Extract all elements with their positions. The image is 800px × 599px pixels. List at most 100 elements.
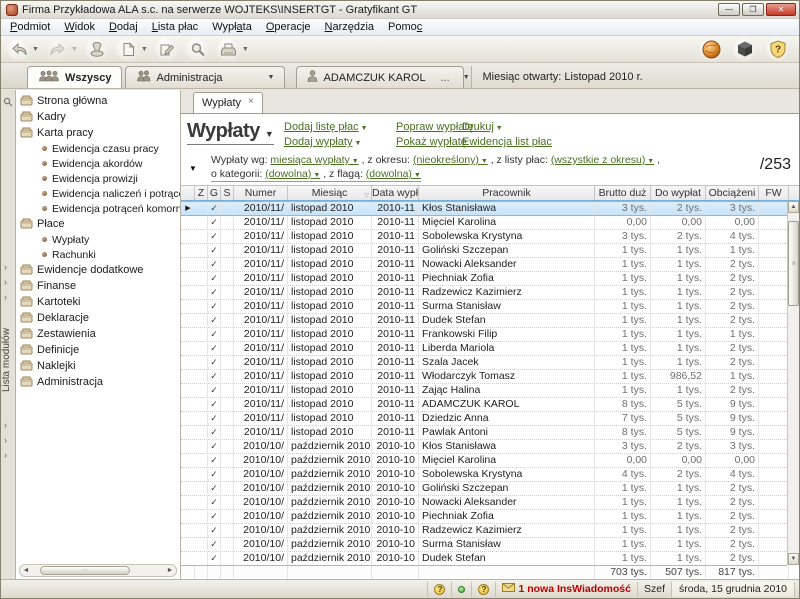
status-connection[interactable] xyxy=(451,582,471,597)
tab-administracja[interactable]: Administracja ▼ xyxy=(125,66,285,88)
table-row[interactable]: ✓2010/11/listopad 20102010-11Dziedzic An… xyxy=(181,412,787,426)
action-link-dodaj-wypłaty[interactable]: Dodaj wypłaty ▼ xyxy=(284,136,368,148)
table-row[interactable]: ✓2010/10/październik 20102010-10Dudek St… xyxy=(181,552,787,565)
column-header-g[interactable]: G xyxy=(208,186,221,200)
sidebar-item-administracja[interactable]: Administracja xyxy=(16,374,180,390)
scroll-up-icon[interactable]: ▲ xyxy=(788,201,799,213)
column-header-z[interactable]: Z xyxy=(195,186,208,200)
chevron-right-icon[interactable]: › xyxy=(4,292,7,302)
sidebar-item-ewidencje-dodatkowe[interactable]: Ewidencje dodatkowe xyxy=(16,262,180,278)
menu-wypłata[interactable]: Wypłata xyxy=(205,20,259,34)
chevron-right-icon[interactable]: › xyxy=(4,435,7,445)
table-row[interactable]: ✓2010/11/listopad 20102010-11Radzewicz K… xyxy=(181,286,787,300)
minimize-button[interactable]: — xyxy=(718,3,740,16)
sidebar-subitem-wypłaty[interactable]: Wypłaty xyxy=(16,232,180,247)
menu-operacje[interactable]: Operacje xyxy=(259,20,318,34)
table-row[interactable]: ✓2010/10/październik 20102010-10Piechnia… xyxy=(181,510,787,524)
sidebar-item-naklejki[interactable]: Naklejki xyxy=(16,358,180,374)
table-row[interactable]: ✓2010/10/październik 20102010-10Nowacki … xyxy=(181,496,787,510)
table-row[interactable]: ✓2010/11/listopad 20102010-11Pawlak Anto… xyxy=(181,426,787,440)
table-row[interactable]: ✓2010/11/listopad 20102010-11Goliński Sz… xyxy=(181,244,787,258)
sidebar-item-kadry[interactable]: Kadry xyxy=(16,109,180,125)
chevron-right-icon[interactable]: › xyxy=(4,262,7,272)
filter-link[interactable]: (dowolna) ▼ xyxy=(366,168,421,180)
sidebar-subitem-ewidencja-prowizji[interactable]: Ewidencja prowizji xyxy=(16,171,180,186)
back-button[interactable]: ▼ xyxy=(7,37,39,61)
column-header-fw[interactable]: FW xyxy=(759,186,789,200)
menu-dodaj[interactable]: Dodaj xyxy=(102,20,145,34)
chevron-down-icon[interactable]: ▼ xyxy=(242,46,249,53)
sidebar-item-strona-glowna[interactable]: Strona główna xyxy=(16,93,180,109)
scroll-left-icon[interactable]: ◄ xyxy=(20,567,32,574)
table-row[interactable]: ✓2010/11/listopad 20102010-11Sobolewska … xyxy=(181,230,787,244)
status-help-2[interactable]: ? xyxy=(471,582,495,597)
column-header-obciążeni[interactable]: Obciążeni xyxy=(706,186,759,200)
edit-button[interactable] xyxy=(155,37,179,61)
action-link-dodaj-listę-płac[interactable]: Dodaj listę płac ▼ xyxy=(284,121,368,133)
menu-narzędzia[interactable]: Narzędzia xyxy=(318,20,382,34)
action-link-drukuj[interactable]: Drukuj ▼ xyxy=(462,121,552,133)
column-header-pracownik[interactable]: Pracownik xyxy=(419,186,595,200)
column-header-miesiąc[interactable]: Miesiąc▽ xyxy=(288,186,372,200)
stamp-button[interactable] xyxy=(85,37,109,61)
restore-button[interactable]: ❐ xyxy=(742,3,764,16)
scrollbar-thumb[interactable]: ⋯ xyxy=(40,566,130,575)
table-row[interactable]: ✓2010/10/październik 20102010-10Sobolews… xyxy=(181,468,787,482)
chevron-down-icon[interactable]: ▼ xyxy=(268,74,275,81)
sidebar-item-zestawienia[interactable]: Zestawienia xyxy=(16,326,180,342)
horizontal-scrollbar[interactable]: ◄ ⋯ ► xyxy=(19,564,177,577)
filter-link[interactable]: (nieokreślony) ▼ xyxy=(413,154,488,166)
chevron-right-icon[interactable]: › xyxy=(4,277,7,287)
help-shield-icon[interactable]: ? xyxy=(766,38,789,61)
pin-icon[interactable] xyxy=(3,94,13,112)
column-header-numer[interactable]: Numer xyxy=(234,186,288,200)
close-button[interactable]: ✕ xyxy=(766,3,796,16)
menu-widok[interactable]: Widok xyxy=(57,20,102,34)
table-row[interactable]: ✓2010/11/listopad 20102010-11Piechniak Z… xyxy=(181,272,787,286)
column-header-brutto-duż[interactable]: Brutto duż xyxy=(595,186,651,200)
table-row[interactable]: ✓2010/11/listopad 20102010-11Surma Stani… xyxy=(181,300,787,314)
table-row[interactable]: ✓2010/11/listopad 20102010-11Liberda Mar… xyxy=(181,342,787,356)
vertical-scrollbar[interactable]: ▲ ≡ ▼ xyxy=(787,201,799,565)
filter-link[interactable]: (wszystkie z okresu) ▼ xyxy=(551,154,654,166)
filter-link[interactable]: (dowolna) ▼ xyxy=(265,168,320,180)
table-row[interactable]: ✓2010/10/październik 20102010-10Surma St… xyxy=(181,538,787,552)
chevron-down-icon[interactable]: ▼ xyxy=(32,46,39,53)
tab-wszyscy[interactable]: Wszyscy xyxy=(27,66,122,88)
table-row[interactable]: ✓2010/11/listopad 20102010-11Zając Halin… xyxy=(181,384,787,398)
table-row[interactable]: ✓2010/10/październik 20102010-10Mięciel … xyxy=(181,454,787,468)
table-row[interactable]: ✓2010/10/październik 20102010-10Radzewic… xyxy=(181,524,787,538)
filter-collapse-icon[interactable]: ▼ xyxy=(189,164,197,173)
column-header-do-wypłat[interactable]: Do wypłat xyxy=(651,186,706,200)
page-title[interactable]: Wypłaty ▼ xyxy=(187,120,274,145)
table-row[interactable]: ✓2010/11/listopad 20102010-11ADAMCZUK KA… xyxy=(181,398,787,412)
close-tab-icon[interactable]: × xyxy=(248,96,254,107)
table-row[interactable]: ✓2010/11/listopad 20102010-11Włodarczyk … xyxy=(181,370,787,384)
sidebar-subitem-ewidencja-akordów[interactable]: Ewidencja akordów xyxy=(16,156,180,171)
print-button[interactable]: ▼ xyxy=(217,37,249,61)
sidebar-item-definicje[interactable]: Definicje xyxy=(16,342,180,358)
chevron-down-icon[interactable]: ▼ xyxy=(141,46,148,53)
chevron-down-icon[interactable]: ▼ xyxy=(463,74,470,81)
sidebar-item-kartoteki[interactable]: Kartoteki xyxy=(16,294,180,310)
table-row[interactable]: ✓2010/11/listopad 20102010-11Frankowski … xyxy=(181,328,787,342)
cube-icon[interactable] xyxy=(733,38,756,61)
table-row[interactable]: ✓2010/10/październik 20102010-10Kłos Sta… xyxy=(181,440,787,454)
filter-link[interactable]: miesiąca wypłaty ▼ xyxy=(270,154,358,166)
table-row[interactable]: ✓2010/10/październik 20102010-10Goliński… xyxy=(181,482,787,496)
sidebar-item-deklaracje[interactable]: Deklaracje xyxy=(16,310,180,326)
sidebar-item-karta-pracy[interactable]: Karta pracy xyxy=(16,125,180,141)
column-header-data-wypł[interactable]: Data wypł xyxy=(372,186,419,200)
sidebar-subitem-ewidencja-czasu-pracy[interactable]: Ewidencja czasu pracy xyxy=(16,141,180,156)
status-help-1[interactable]: ? xyxy=(427,582,451,597)
scroll-right-icon[interactable]: ► xyxy=(164,567,176,574)
menu-podmiot[interactable]: Podmiot xyxy=(3,20,57,34)
sidebar-item-place[interactable]: Płace xyxy=(16,216,180,232)
menu-pomoc[interactable]: Pomoc xyxy=(381,20,429,34)
column-header-s[interactable]: S xyxy=(221,186,234,200)
tab-employee[interactable]: ADAMCZUK KAROL ... ▼ xyxy=(296,66,464,88)
scrollbar-thumb[interactable]: ≡ xyxy=(788,221,799,306)
table-row[interactable]: ✓2010/11/listopad 20102010-11Nowacki Ale… xyxy=(181,258,787,272)
menu-lista-płac[interactable]: Lista płac xyxy=(145,20,205,34)
table-row[interactable]: ✓2010/11/listopad 20102010-11Mięciel Kar… xyxy=(181,216,787,230)
